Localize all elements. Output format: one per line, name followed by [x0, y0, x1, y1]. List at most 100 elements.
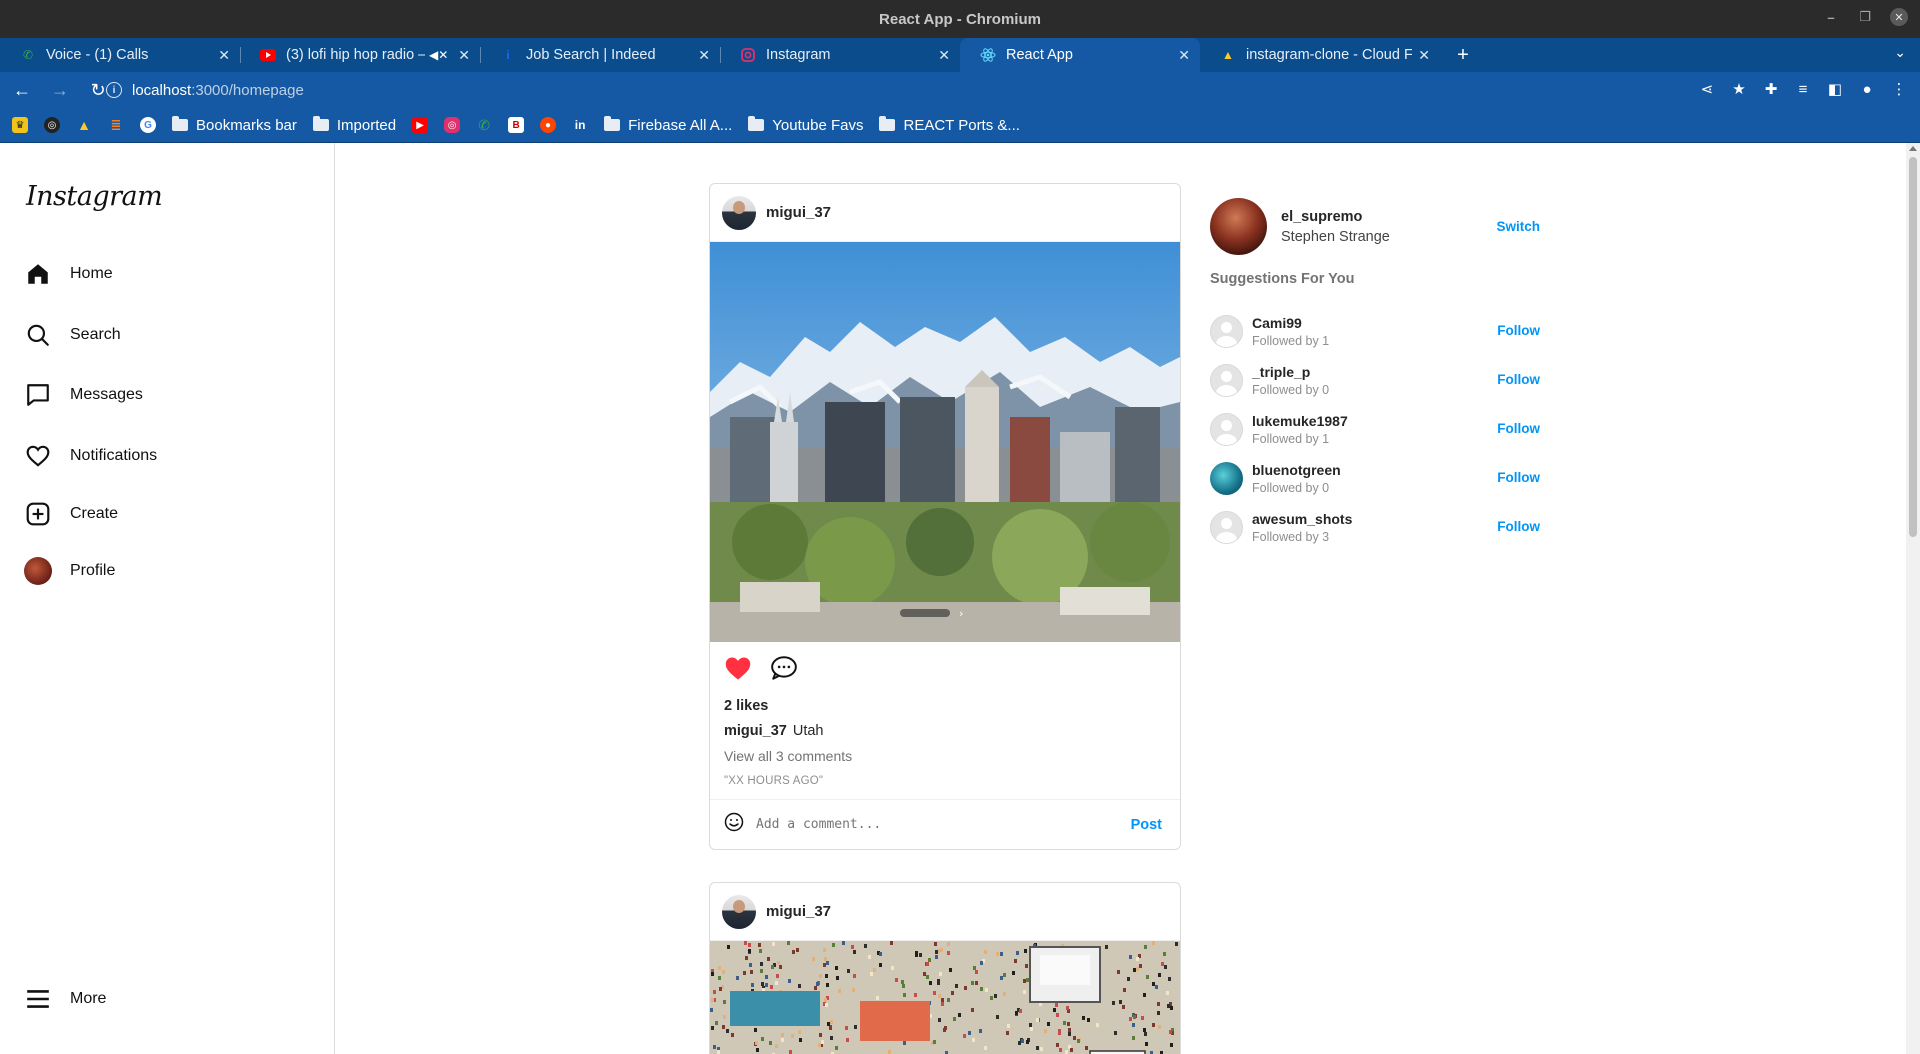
- sidebar-item-more[interactable]: More: [24, 979, 106, 1019]
- new-tab-button[interactable]: +: [1446, 38, 1480, 72]
- speaker-mute-icon[interactable]: ◀✕: [429, 48, 448, 62]
- suggestion-followed-by: Followed by 3: [1252, 529, 1330, 544]
- sidebar-item-create[interactable]: Create: [24, 494, 118, 534]
- switch-account-button[interactable]: Switch: [1496, 219, 1540, 234]
- menu-kebab-icon[interactable]: ⋮: [1888, 78, 1910, 100]
- tab-indeed[interactable]: i Job Search | Indeed ✕: [480, 38, 720, 72]
- suggestion-text: Cami99 Followed by 1: [1252, 315, 1329, 348]
- extensions-icon[interactable]: ✚: [1760, 78, 1782, 100]
- bookmark-folder[interactable]: Youtube Favs: [748, 116, 864, 134]
- tab-firebase[interactable]: ▲ instagram-clone - Cloud F ✕: [1200, 38, 1440, 72]
- view-all-comments-link[interactable]: View all 3 comments: [710, 748, 1180, 764]
- tab-react-app[interactable]: React App ✕: [960, 38, 1200, 72]
- bookmark-folder[interactable]: Imported: [312, 116, 396, 134]
- sidebar-item-profile[interactable]: Profile: [24, 551, 115, 591]
- suggestion-item: awesum_shots Followed by 3 Follow: [1210, 507, 1540, 547]
- share-icon[interactable]: ⋖: [1696, 78, 1718, 100]
- google-icon[interactable]: G: [140, 117, 156, 133]
- bookmark-folder[interactable]: REACT Ports &...: [879, 116, 1020, 134]
- tab-close-icon[interactable]: ✕: [698, 47, 710, 64]
- suggestion-username[interactable]: _triple_p: [1252, 364, 1329, 380]
- follow-button[interactable]: Follow: [1497, 519, 1540, 534]
- maximize-icon[interactable]: ❐: [1856, 8, 1874, 26]
- tab-close-icon[interactable]: ✕: [458, 47, 470, 64]
- tab-lofi[interactable]: (3) lofi hip hop radio – ◀✕ ✕: [240, 38, 480, 72]
- avatar[interactable]: [1210, 363, 1243, 397]
- caption-username[interactable]: migui_37: [724, 723, 787, 739]
- tab-close-icon[interactable]: ✕: [1178, 47, 1190, 64]
- instagram-bookmark-icon[interactable]: ◎: [444, 117, 461, 133]
- window-close-icon[interactable]: ✕: [1890, 8, 1908, 26]
- sidebar-item-search[interactable]: Search: [24, 315, 121, 355]
- post-image-pixel-crowd[interactable]: [710, 941, 1180, 1054]
- post-image-utah-skyline[interactable]: ›: [710, 242, 1180, 642]
- suggestion-followed-by: Followed by 0: [1252, 480, 1330, 495]
- tab-close-icon[interactable]: ✕: [938, 47, 950, 64]
- current-user-avatar[interactable]: [1210, 198, 1267, 255]
- tab-search-chevron-icon[interactable]: ⌄: [1894, 44, 1906, 61]
- site-info-icon[interactable]: i: [106, 82, 122, 98]
- post-timestamp: "XX HOURS AGO": [724, 775, 824, 787]
- voice-bookmark-icon[interactable]: ✆: [476, 117, 492, 133]
- account-icon[interactable]: ●: [1856, 78, 1878, 100]
- follow-button[interactable]: Follow: [1497, 421, 1540, 436]
- likes-count[interactable]: 2 likes: [710, 698, 1180, 714]
- forward-button[interactable]: →: [44, 74, 76, 106]
- reddit-icon[interactable]: ●: [540, 117, 557, 133]
- media-queue-icon[interactable]: ≡: [1792, 78, 1814, 100]
- scroll-up-arrow-icon[interactable]: [1909, 146, 1917, 151]
- post-comment-button[interactable]: Post: [1131, 817, 1162, 833]
- scrollbar-thumb[interactable]: [1909, 157, 1917, 537]
- follow-button[interactable]: Follow: [1497, 323, 1540, 338]
- suggestion-item: Cami99 Followed by 1 Follow: [1210, 311, 1540, 351]
- avatar[interactable]: [1210, 314, 1243, 348]
- tab-close-icon[interactable]: ✕: [218, 47, 230, 64]
- side-panel-icon[interactable]: ◧: [1824, 78, 1846, 100]
- tab-title: Job Search | Indeed: [526, 47, 656, 63]
- tab-title: instagram-clone - Cloud F: [1246, 47, 1413, 63]
- minimize-icon[interactable]: –: [1822, 8, 1840, 26]
- avatar[interactable]: [1210, 461, 1243, 495]
- b-bookmark-icon[interactable]: B: [508, 117, 525, 133]
- suggestions-heading: Suggestions For You: [1210, 271, 1355, 287]
- like-heart-icon[interactable]: [724, 655, 752, 686]
- sidebar-item-home[interactable]: Home: [24, 254, 113, 294]
- avatar[interactable]: [722, 894, 756, 929]
- linkedin-icon[interactable]: in: [572, 117, 588, 133]
- avatar[interactable]: [1210, 510, 1243, 544]
- youtube-bookmark-icon[interactable]: ▶: [412, 117, 429, 133]
- suggestion-username[interactable]: awesum_shots: [1252, 511, 1352, 527]
- firebase-bookmark-icon[interactable]: ▲: [76, 117, 92, 133]
- github-icon[interactable]: ◎: [44, 117, 60, 133]
- sidebar-item-notifications[interactable]: Notifications: [24, 436, 157, 476]
- bookmark-star-icon[interactable]: ★: [1728, 78, 1750, 100]
- post-username[interactable]: migui_37: [766, 903, 831, 920]
- bookmark-app-icon[interactable]: ♛: [12, 117, 28, 133]
- bookmark-folder[interactable]: Firebase All A...: [604, 116, 733, 134]
- bookmark-folder-label: Youtube Favs: [772, 116, 864, 134]
- tab-voice[interactable]: ✆ Voice - (1) Calls ✕: [0, 38, 240, 72]
- comment-icon[interactable]: [770, 655, 798, 686]
- follow-button[interactable]: Follow: [1497, 470, 1540, 485]
- bookmark-folder[interactable]: Bookmarks bar: [172, 116, 297, 134]
- window-controls: – ❐ ✕: [1822, 8, 1908, 26]
- emoji-icon[interactable]: [724, 812, 744, 837]
- suggestion-username[interactable]: Cami99: [1252, 315, 1329, 331]
- comment-input[interactable]: [756, 817, 1131, 832]
- avatar[interactable]: [1210, 412, 1243, 446]
- page-scrollbar[interactable]: [1906, 143, 1920, 1054]
- bookmark-folder-label: Firebase All A...: [628, 116, 733, 134]
- follow-button[interactable]: Follow: [1497, 372, 1540, 387]
- back-button[interactable]: ←: [6, 74, 38, 106]
- sidebar-item-messages[interactable]: Messages: [24, 375, 143, 415]
- address-bar[interactable]: i localhost:3000/homepage: [106, 76, 1766, 104]
- suggestion-username[interactable]: lukemuke1987: [1252, 413, 1348, 429]
- instagram-logo[interactable]: Instagram: [26, 181, 163, 212]
- current-username[interactable]: el_supremo: [1281, 209, 1390, 225]
- suggestion-username[interactable]: bluenotgreen: [1252, 462, 1341, 478]
- post-username[interactable]: migui_37: [766, 204, 831, 221]
- avatar[interactable]: [722, 195, 756, 230]
- tab-instagram[interactable]: Instagram ✕: [720, 38, 960, 72]
- tab-close-icon[interactable]: ✕: [1418, 47, 1430, 64]
- stack-icon[interactable]: ≣: [108, 117, 124, 133]
